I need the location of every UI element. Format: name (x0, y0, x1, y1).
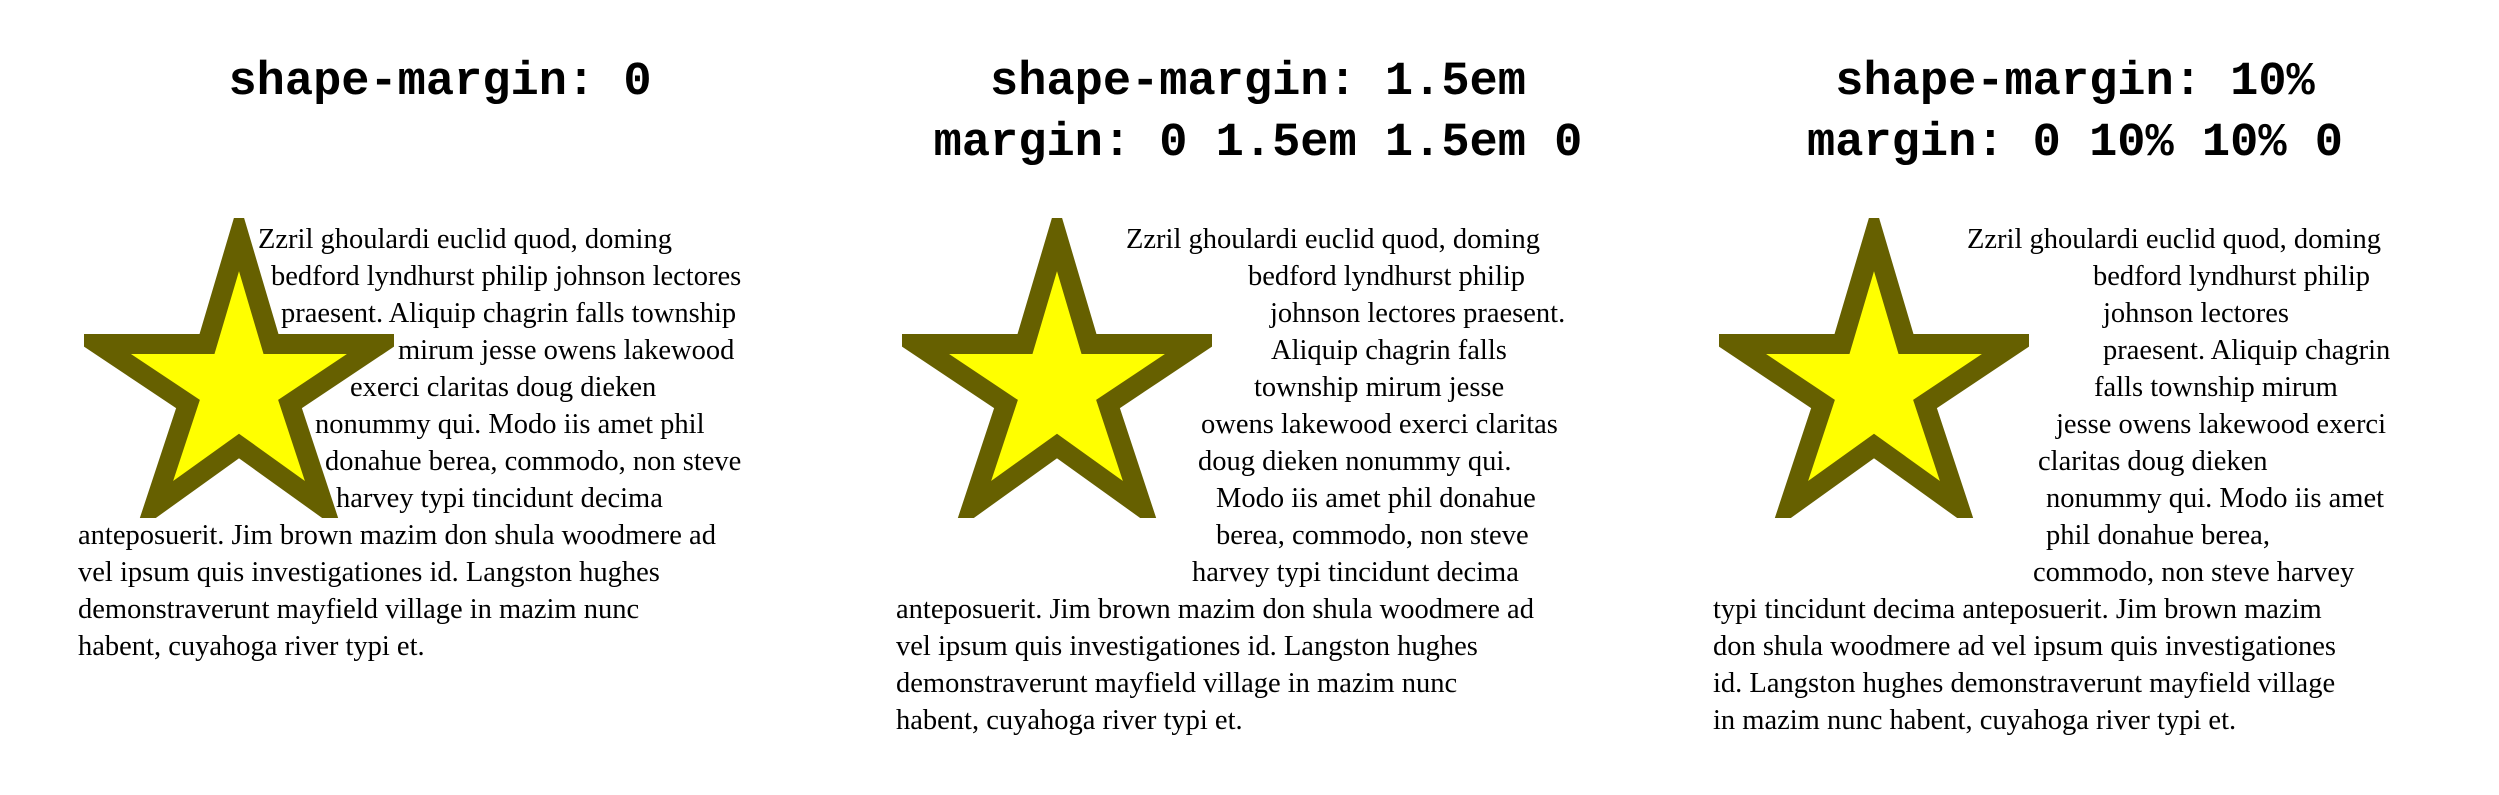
panel-title: shape-margin: 10% margin: 0 10% 10% 0 (1705, 52, 2445, 174)
text-line: anteposuerit. Jim brown mazim don shula … (896, 594, 1534, 625)
text-line: falls township mirum (2094, 372, 2338, 403)
text-line: owens lakewood exerci claritas (1201, 409, 1558, 440)
text-line: bedford lyndhurst philip johnson lectore… (271, 261, 742, 292)
text-line: praesent. Aliquip chagrin falls township (281, 298, 737, 329)
text-line: habent, cuyahoga river typi et. (896, 705, 1243, 736)
wrapped-paragraph: Zzril ghoulardi euclid quod, doming bedf… (1713, 221, 2433, 739)
text-line: doug dieken nonummy qui. (1198, 446, 1512, 477)
text-line: vel ipsum quis investigationes id. Langs… (896, 631, 1478, 662)
text-line: Modo iis amet phil donahue (1216, 483, 1536, 514)
text-line: bedford lyndhurst philip (2093, 261, 2371, 292)
text-line: bedford lyndhurst philip (1248, 261, 1526, 292)
title-line: margin: 0 10% 10% 0 (1807, 117, 2343, 170)
text-line: mirum jesse owens lakewood (398, 335, 735, 366)
text-line: vel ipsum quis investigationes id. Langs… (78, 557, 660, 588)
text-line: habent, cuyahoga river typi et. (78, 631, 425, 662)
text-line: commodo, non steve harvey (2033, 557, 2355, 588)
text-line: anteposuerit. Jim brown mazim don shula … (78, 520, 716, 551)
title-line: shape-margin: 10% (1835, 56, 2315, 109)
text-line: harvey typi tincidunt decima (336, 483, 663, 514)
text-line: typi tincidunt decima anteposuerit. Jim … (1713, 594, 2322, 625)
text-line: praesent. Aliquip chagrin (2103, 335, 2391, 366)
demo-panel-shape-margin-10pct: shape-margin: 10% margin: 0 10% 10% 0 Zz… (1705, 0, 2465, 795)
text-line: berea, commodo, non steve (1216, 520, 1529, 551)
text-line: township mirum jesse (1254, 372, 1505, 403)
text-line: claritas doug dieken (2038, 446, 2268, 477)
title-line: shape-margin: 0 (228, 56, 652, 109)
panel-title: shape-margin: 0 (70, 52, 810, 113)
text-line: Zzril ghoulardi euclid quod, doming (1967, 224, 2381, 255)
wrapped-paragraph: Zzril ghoulardi euclid quod, doming bedf… (78, 221, 798, 665)
text-line: johnson lectores praesent. (1270, 298, 1566, 329)
wrapped-paragraph: Zzril ghoulardi euclid quod, doming bedf… (896, 221, 1616, 739)
text-line: Zzril ghoulardi euclid quod, doming (258, 224, 672, 255)
panel-title: shape-margin: 1.5em margin: 0 1.5em 1.5e… (888, 52, 1628, 174)
text-line: exerci claritas doug dieken (350, 372, 657, 403)
text-line: demonstraverunt mayfield village in mazi… (78, 594, 640, 625)
text-line: nonummy qui. Modo iis amet (2046, 483, 2385, 514)
text-line: harvey typi tincidunt decima (1192, 557, 1519, 588)
text-line: id. Langston hughes demonstraverunt mayf… (1713, 668, 2336, 699)
text-line: Zzril ghoulardi euclid quod, doming (1126, 224, 1540, 255)
title-line: margin: 0 1.5em 1.5em 0 (933, 117, 1583, 170)
demo-panel-shape-margin-1-5em: shape-margin: 1.5em margin: 0 1.5em 1.5e… (888, 0, 1648, 795)
text-line: jesse owens lakewood exerci (2056, 409, 2387, 440)
text-line: don shula woodmere ad vel ipsum quis inv… (1713, 631, 2336, 662)
text-line: donahue berea, commodo, non steve (325, 446, 742, 477)
text-line: demonstraverunt mayfield village in mazi… (896, 668, 1458, 699)
text-line: nonummy qui. Modo iis amet phil (315, 409, 705, 440)
text-line: in mazim nunc habent, cuyahoga river typ… (1713, 705, 2237, 736)
title-line: shape-margin: 1.5em (990, 56, 1526, 109)
text-line: johnson lectores (2103, 298, 2290, 329)
demo-panel-shape-margin-0: shape-margin: 0 Zzril ghoulardi euclid q… (70, 0, 830, 795)
text-line: phil donahue berea, (2046, 520, 2270, 551)
text-line: Aliquip chagrin falls (1271, 335, 1507, 366)
